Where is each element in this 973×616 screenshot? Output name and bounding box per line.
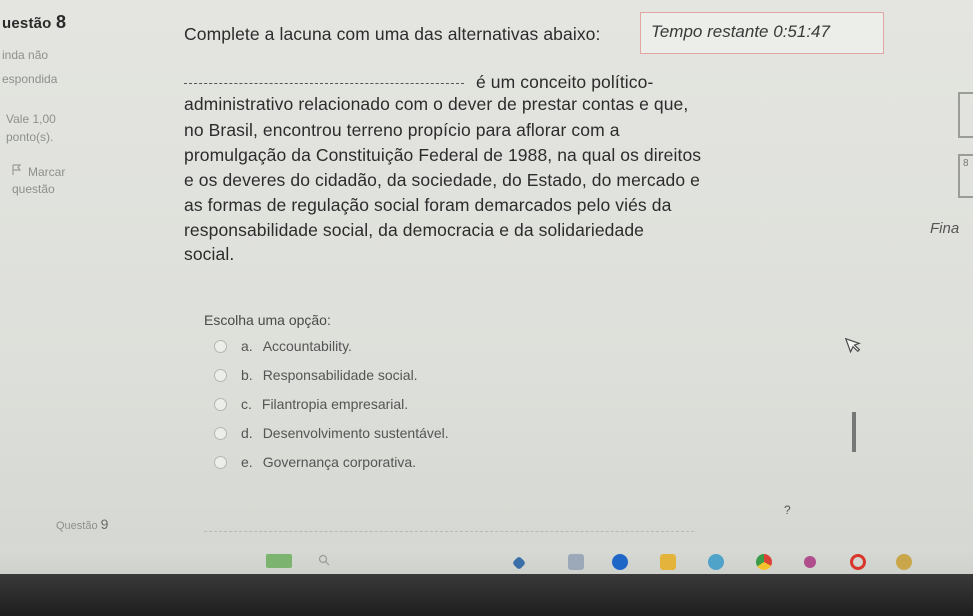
next-question-text: Questão: [56, 520, 98, 532]
option-text: Governança corporativa.: [262, 454, 416, 470]
next-question-label: Questão 9: [56, 516, 108, 532]
status-text-line2: espondida: [2, 72, 58, 86]
option-text: Filantropia empresarial.: [261, 396, 409, 412]
navigation-box-fragment[interactable]: [958, 92, 973, 138]
taskbar: [0, 548, 973, 574]
taskbar-app-icon[interactable]: [708, 554, 724, 570]
option-b[interactable]: b. Responsabilidade social.: [214, 365, 418, 385]
option-letter: c.: [241, 396, 252, 412]
question-line: as formas de regulação social foram dema…: [184, 195, 672, 215]
fill-in-blank: [184, 83, 464, 84]
option-letter: d.: [241, 425, 253, 441]
question-line: administrativo relacionado com o dever d…: [184, 94, 689, 114]
option-a[interactable]: a. Accountability.: [214, 336, 352, 356]
quiz-page: uestão 8 inda não espondida Vale 1,00 po…: [0, 0, 973, 616]
taskbar-app-icon[interactable]: [511, 555, 527, 571]
next-question-number: 9: [100, 516, 109, 532]
taskbar-app-icon[interactable]: [896, 554, 912, 570]
file-explorer-icon[interactable]: [660, 554, 676, 570]
option-text: Desenvolvimento sustentável.: [262, 425, 449, 441]
next-question-faded-text: [204, 531, 694, 532]
taskbar-app-icon[interactable]: [266, 554, 292, 568]
help-icon[interactable]: ?: [784, 503, 791, 517]
question-line: no Brasil, encontrou terreno propício pa…: [184, 120, 620, 140]
question-line: e os deveres do cidadão, da sociedade, d…: [184, 170, 700, 190]
flag-question-label-line2: questão: [12, 182, 55, 196]
radio-button[interactable]: [214, 455, 227, 469]
question-line-with-blank: é um conceito político-: [184, 72, 653, 93]
question-value-line1: Vale 1,00: [6, 112, 56, 126]
flag-question-label: Marcar: [28, 165, 66, 179]
option-letter: b.: [241, 367, 253, 383]
radio-button[interactable]: [214, 397, 227, 411]
taskbar-app-icon[interactable]: [568, 554, 584, 570]
question-line: promulgação da Constituição Federal de 1…: [184, 145, 702, 165]
question-info-panel: uestão 8 inda não espondida Vale 1,00 po…: [0, 0, 178, 540]
opera-icon[interactable]: [850, 554, 866, 570]
option-letter: e.: [241, 454, 253, 470]
choose-option-label: Escolha uma opção:: [204, 312, 331, 328]
option-e[interactable]: e. Governança corporativa.: [214, 452, 416, 472]
taskbar-app-icon[interactable]: [804, 556, 816, 568]
radio-button[interactable]: [214, 368, 227, 382]
finish-attempt-link[interactable]: Fina: [930, 220, 959, 237]
chrome-icon[interactable]: [756, 554, 772, 570]
time-remaining-box: Tempo restante 0:51:47: [640, 12, 884, 54]
question-line: responsabilidade social, da democracia e…: [184, 220, 645, 240]
option-letter: a.: [241, 338, 253, 354]
flag-question-link[interactable]: Marcar: [12, 164, 65, 179]
option-d[interactable]: d. Desenvolvimento sustentável.: [214, 423, 449, 443]
status-text-line1: inda não: [2, 48, 49, 62]
mouse-cursor-icon: [844, 333, 865, 359]
question-title-label: uestão: [2, 15, 52, 32]
question-number: 8: [55, 12, 67, 32]
time-remaining-label: Tempo restante: [651, 22, 769, 41]
flag-icon: [12, 164, 24, 179]
radio-button[interactable]: [214, 339, 227, 353]
option-text: Accountability.: [262, 338, 352, 354]
search-icon[interactable]: [318, 554, 330, 569]
monitor-bezel: [0, 574, 973, 616]
browser-edge-icon[interactable]: [612, 554, 628, 570]
question-value-line2: ponto(s).: [6, 130, 54, 144]
question-line: Complete a lacuna com uma das alternativ…: [184, 24, 601, 44]
question-title: uestão 8: [2, 12, 66, 33]
radio-button[interactable]: [214, 426, 227, 440]
navigation-box-digit: 8: [963, 158, 969, 169]
text-cursor-bar: [852, 412, 856, 452]
navigation-box-fragment[interactable]: 8: [958, 154, 973, 198]
option-text: Responsabilidade social.: [262, 367, 418, 383]
time-remaining-value: 0:51:47: [773, 22, 830, 41]
option-c[interactable]: c. Filantropia empresarial.: [214, 394, 408, 414]
question-line: social.: [184, 244, 235, 264]
question-line: é um conceito político-: [476, 72, 654, 92]
